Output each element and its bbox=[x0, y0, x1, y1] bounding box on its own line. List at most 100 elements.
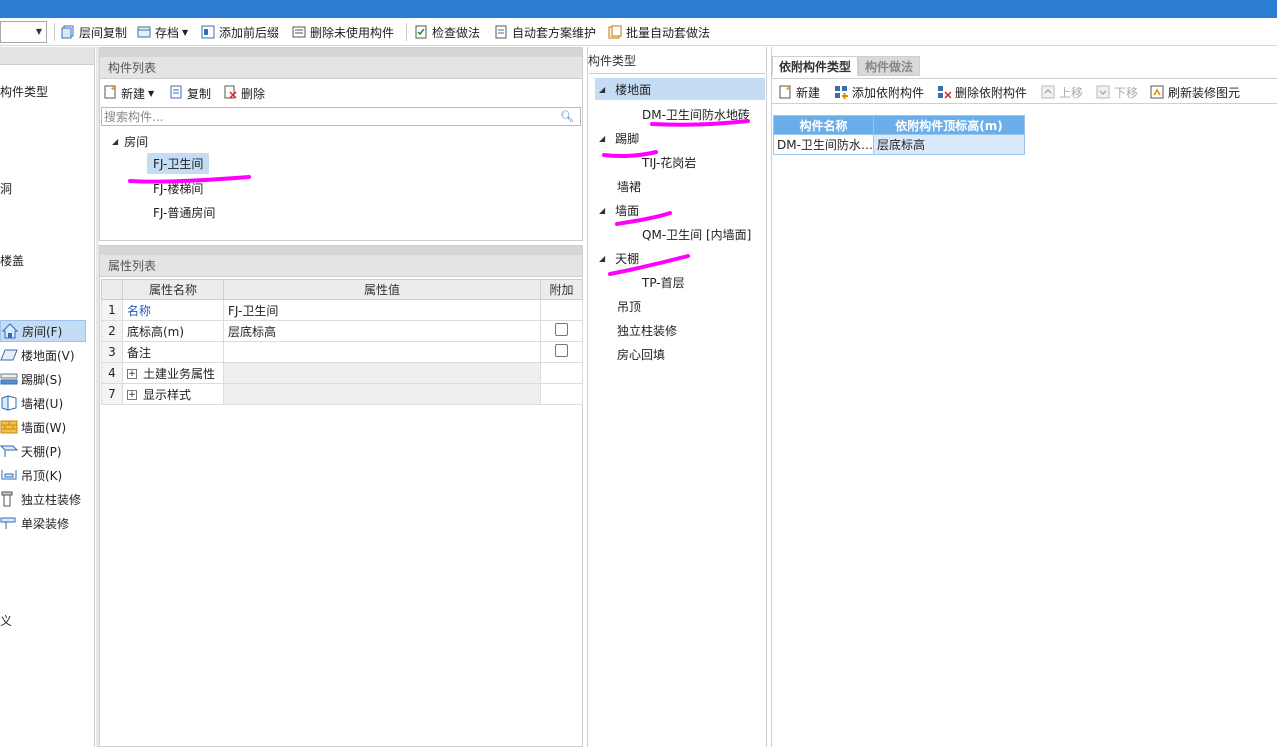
type-node-floor[interactable]: ◢ 楼地面 bbox=[595, 78, 765, 100]
table-header bbox=[101, 279, 123, 300]
sidebar-header bbox=[0, 47, 94, 65]
sidebar-item-beam-finish[interactable]: 单梁装修 bbox=[0, 512, 86, 534]
title-bar bbox=[0, 0, 1277, 18]
beam-icon bbox=[0, 515, 18, 531]
sidebar-category: 构件类型 bbox=[0, 85, 49, 99]
property-table: 属性名称 属性值 附加 1 名称 FJ-卫生间 2 底标高(m) 层底标高 3 … bbox=[101, 279, 583, 405]
delete-component-button[interactable]: 删除 bbox=[224, 83, 265, 103]
type-node-backfill[interactable]: 房心回填 bbox=[617, 344, 665, 364]
row-number: 3 bbox=[101, 341, 123, 363]
table-row[interactable]: DM-卫生间防水地砖 层底标高 bbox=[773, 134, 1025, 155]
table-header: 属性名称 bbox=[122, 279, 224, 300]
svg-text:✦: ✦ bbox=[785, 85, 791, 93]
row-number: 7 bbox=[101, 383, 123, 405]
refresh-decoration-button[interactable]: 刷新装修图元 bbox=[1150, 82, 1240, 102]
new-component-button[interactable]: ✦ 新建 ▼ bbox=[104, 83, 154, 103]
sidebar-item-ceiling[interactable]: 天棚(P) bbox=[0, 440, 86, 462]
dropdown-arrow-icon[interactable]: ▼ bbox=[182, 28, 188, 37]
table-cell[interactable]: DM-卫生间防水地砖 bbox=[773, 134, 874, 155]
property-value[interactable]: 层底标高 bbox=[223, 320, 541, 342]
move-down-button[interactable]: 下移 bbox=[1096, 82, 1138, 102]
expand-plus-icon[interactable]: + bbox=[127, 369, 137, 379]
archive-button[interactable]: 存档 ▼ bbox=[137, 22, 188, 42]
row-number: 1 bbox=[101, 299, 123, 321]
type-node-wainscot[interactable]: 墙裙 bbox=[617, 176, 641, 196]
sidebar-item-skirting[interactable]: 踢脚(S) bbox=[0, 368, 86, 390]
panel-top-strip bbox=[100, 48, 582, 57]
type-node-wall-face-child[interactable]: QM-卫生间 [内墙面] bbox=[642, 224, 751, 244]
collapse-triangle-icon[interactable]: ◢ bbox=[599, 254, 605, 263]
tree-node-bathroom[interactable]: FJ-卫生间 bbox=[147, 153, 210, 174]
main-toolbar: ▼ 层间复制 存档 ▼ 添加前后缀 删除未使用构件 检查做法 自动套方案维护 批量… bbox=[0, 18, 1277, 46]
table-row[interactable]: 2 底标高(m) 层底标高 bbox=[101, 320, 583, 342]
attach-checkbox[interactable] bbox=[555, 344, 568, 357]
property-value[interactable] bbox=[223, 341, 541, 363]
collapse-triangle-icon[interactable]: ◢ bbox=[599, 85, 605, 94]
search-icon[interactable]: 🔍︎ bbox=[560, 110, 574, 123]
move-up-button[interactable]: 上移 bbox=[1041, 82, 1083, 102]
table-row[interactable]: 1 名称 FJ-卫生间 bbox=[101, 299, 583, 321]
floor-copy-button[interactable]: 层间复制 bbox=[61, 22, 127, 42]
tab-component-methods[interactable]: 构件做法 bbox=[858, 56, 921, 76]
table-row[interactable]: 3 备注 bbox=[101, 341, 583, 363]
collapse-triangle-icon[interactable]: ◢ bbox=[599, 206, 605, 215]
search-input[interactable]: 搜索构件... 🔍︎ bbox=[101, 107, 581, 126]
floor-icon bbox=[0, 347, 18, 363]
expand-plus-icon[interactable]: + bbox=[127, 390, 137, 400]
copy-component-button[interactable]: 复制 bbox=[170, 83, 211, 103]
dropdown-arrow-icon[interactable]: ▼ bbox=[148, 89, 154, 98]
attached-table: 构件名称 依附构件顶标高(m) DM-卫生间防水地砖 层底标高 bbox=[773, 115, 1025, 155]
copy-layers-icon bbox=[61, 25, 75, 39]
tree-node-normal-room[interactable]: FJ-普通房间 bbox=[153, 203, 215, 221]
archive-icon bbox=[137, 25, 151, 39]
sidebar-item-suspended-ceiling[interactable]: 吊顶(K) bbox=[0, 464, 86, 486]
sidebar-item-column-finish[interactable]: 独立柱装修 bbox=[0, 488, 86, 510]
wall-icon bbox=[0, 419, 18, 435]
collapse-triangle-icon[interactable]: ◢ bbox=[599, 134, 605, 143]
sidebar-category: 洞 bbox=[0, 182, 13, 196]
table-header: 附加 bbox=[540, 279, 583, 300]
batch-doc-icon bbox=[608, 25, 622, 39]
arrow-down-icon bbox=[1096, 85, 1110, 99]
type-node-ceiling[interactable]: ◢ 天棚 bbox=[599, 248, 639, 268]
add-attached-button[interactable]: 添加依附构件 bbox=[834, 82, 924, 102]
table-row-group[interactable]: 4 + 土建业务属性 bbox=[101, 362, 583, 384]
sidebar-item-room[interactable]: 房间(F) bbox=[0, 320, 86, 342]
attached-tabs: 依附构件类型 构件做法 bbox=[772, 56, 921, 76]
batch-auto-button[interactable]: 批量自动套做法 bbox=[608, 22, 710, 42]
property-group-name: + 显示样式 bbox=[122, 383, 224, 405]
property-value[interactable]: FJ-卫生间 bbox=[223, 299, 541, 321]
auto-scheme-button[interactable]: 自动套方案维护 bbox=[494, 22, 596, 42]
tree-node-room[interactable]: ◢ 房间 bbox=[112, 132, 148, 150]
collapse-triangle-icon[interactable]: ◢ bbox=[112, 137, 118, 146]
list-delete-icon bbox=[292, 25, 306, 39]
sidebar-item-wall-face[interactable]: 墙面(W) bbox=[0, 416, 86, 438]
type-node-floor-child[interactable]: DM-卫生间防水地砖 bbox=[642, 104, 750, 124]
delete-unused-button[interactable]: 删除未使用构件 bbox=[292, 22, 394, 42]
type-node-ceiling-child[interactable]: TP-首层 bbox=[642, 272, 685, 292]
table-cell[interactable]: 层底标高 bbox=[873, 134, 1025, 155]
type-node-skirting[interactable]: ◢ 踢脚 bbox=[599, 128, 639, 148]
table-row-group[interactable]: 7 + 显示样式 bbox=[101, 383, 583, 405]
type-node-suspended-ceiling[interactable]: 吊顶 bbox=[617, 296, 641, 316]
type-node-skirting-child[interactable]: TIJ-花岗岩 bbox=[642, 152, 696, 172]
table-header: 依附构件顶标高(m) bbox=[873, 115, 1025, 135]
type-node-column-finish[interactable]: 独立柱装修 bbox=[617, 320, 677, 340]
tree-node-stairwell[interactable]: FJ-楼梯间 bbox=[153, 179, 203, 197]
tab-attached-types[interactable]: 依附构件类型 bbox=[772, 56, 859, 76]
new-attached-button[interactable]: ✦ 新建 bbox=[778, 82, 820, 102]
table-header: 属性值 bbox=[223, 279, 541, 300]
chevron-down-icon[interactable]: ▼ bbox=[36, 27, 42, 36]
type-node-wall-face[interactable]: ◢ 墙面 bbox=[599, 200, 639, 220]
toolbar-separator bbox=[406, 23, 407, 41]
attach-checkbox[interactable] bbox=[555, 323, 568, 336]
floor-combo[interactable]: ▼ bbox=[0, 21, 47, 43]
table-header-row: 构件名称 依附构件顶标高(m) bbox=[773, 115, 1025, 135]
delete-attached-button[interactable]: 删除依附构件 bbox=[937, 82, 1027, 102]
check-method-button[interactable]: 检查做法 bbox=[414, 22, 480, 42]
sidebar-item-floor[interactable]: 楼地面(V) bbox=[0, 344, 86, 366]
sidebar-item-wainscot[interactable]: 墙裙(U) bbox=[0, 392, 86, 414]
component-list-panel: 构件列表 ✦ 新建 ▼ 复制 删除 搜索构件... 🔍︎ ◢ 房间 FJ-卫生间 … bbox=[99, 47, 583, 241]
component-type-title: 构件类型 bbox=[588, 53, 637, 68]
add-prefix-suffix-button[interactable]: 添加前后缀 bbox=[201, 22, 279, 42]
